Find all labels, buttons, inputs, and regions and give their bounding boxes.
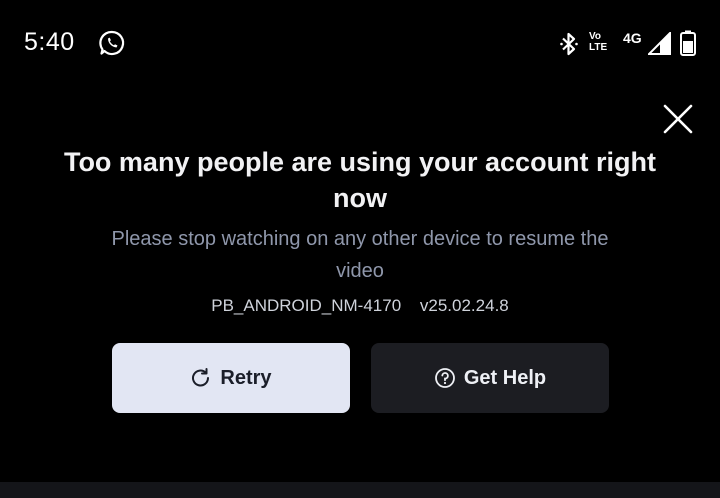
get-help-button[interactable]: Get Help xyxy=(371,343,609,413)
help-circle-icon xyxy=(434,368,455,388)
volte-icon: Vo LTE xyxy=(589,31,615,57)
retry-button-label: Retry xyxy=(220,366,272,389)
app-version: v25.02.24.8 xyxy=(419,296,509,315)
volte-bottom-label: LTE xyxy=(589,42,608,53)
close-icon[interactable] xyxy=(660,101,696,137)
status-bar: 5:40 Vo LTE 4G xyxy=(0,0,720,88)
retry-button[interactable]: Retry xyxy=(112,343,350,413)
dialog-title: Too many people are using your account r… xyxy=(63,147,657,213)
bluetooth-icon xyxy=(560,32,578,56)
error-info: PB_ANDROID_NM-4170 v25.02.24.8 xyxy=(0,296,720,316)
get-help-button-label: Get Help xyxy=(463,366,547,389)
bottom-panel-edge xyxy=(0,482,720,498)
whatsapp-icon xyxy=(99,30,125,56)
signal-icon xyxy=(648,32,671,55)
status-time: 5:40 xyxy=(24,28,75,56)
network-type-label: 4G xyxy=(623,30,642,46)
battery-icon xyxy=(680,30,696,56)
refresh-icon xyxy=(192,368,210,387)
error-code: PB_ANDROID_NM-4170 xyxy=(211,296,402,315)
volte-top-label: Vo xyxy=(589,31,602,42)
dialog-message: Please stop watching on any other device… xyxy=(111,228,609,282)
